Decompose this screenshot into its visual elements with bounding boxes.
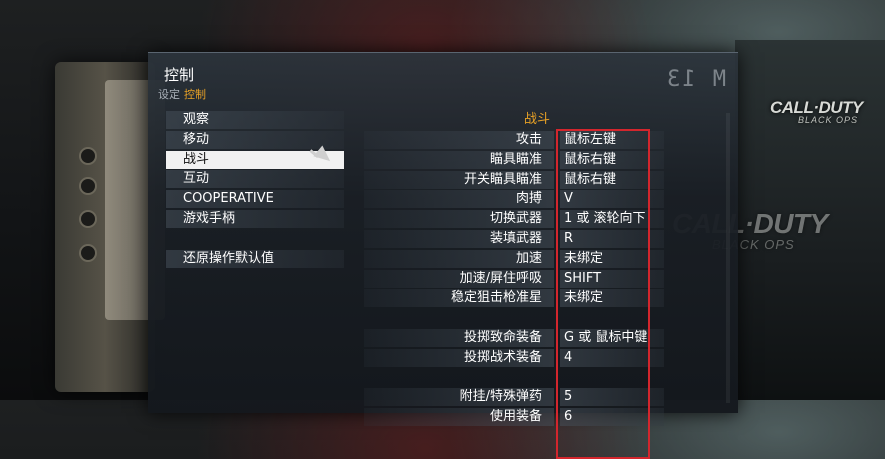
binding-key <box>560 369 664 387</box>
binding-action: 攻击 <box>364 131 554 149</box>
binding-key[interactable]: SHIFT <box>560 269 664 288</box>
binding-action: 瞄具瞄准 <box>364 150 554 169</box>
binding-action: 装填武器 <box>364 229 554 248</box>
binding-row[interactable]: 投掷战术装备 4 <box>364 348 664 367</box>
bindings-section-title: 战斗 <box>523 112 550 127</box>
menu-item-cooperative[interactable]: COOPERATIVE <box>166 190 344 209</box>
binding-key[interactable]: 鼠标左键 <box>560 131 664 149</box>
binding-key[interactable]: 1 或 滚轮向下 <box>560 210 664 229</box>
binding-key[interactable]: G 或 鼠标中键 <box>560 328 664 347</box>
restore-defaults-button[interactable]: 还原操作默认值 <box>166 249 344 268</box>
binding-row[interactable]: 装填武器 R <box>364 229 664 248</box>
binding-row[interactable]: 加速/屏住呼吸 SHIFT <box>364 269 664 288</box>
game-logo: CALL·DUTY BLACK OPS <box>770 98 863 125</box>
binding-action: 加速 <box>364 249 554 268</box>
menu-spacer <box>166 230 344 250</box>
binding-row[interactable]: 切换武器 1 或 滚轮向下 <box>364 210 664 229</box>
controls-category-menu: 观察 移动 战斗 互动 COOPERATIVE 游戏手柄 还原操作默认值 <box>166 111 344 270</box>
binding-key[interactable]: R <box>560 229 664 248</box>
tv-dial-icon <box>79 147 97 165</box>
binding-key[interactable]: 未绑定 <box>560 249 664 268</box>
binding-row[interactable]: 使用装备 6 <box>364 408 664 427</box>
binding-action: 切换武器 <box>364 210 554 229</box>
binding-key[interactable]: V <box>560 190 664 209</box>
binding-row[interactable]: 攻击 鼠标左键 <box>364 131 664 149</box>
binding-row[interactable]: 瞄具瞄准 鼠标右键 <box>364 150 664 169</box>
menu-item-gamepad[interactable]: 游戏手柄 <box>166 209 344 228</box>
tv-dial-icon <box>79 244 97 262</box>
tv-dial-icon <box>79 177 97 195</box>
binding-action: 投掷致命装备 <box>364 328 554 347</box>
binding-action: 稳定狙击枪准星 <box>364 289 554 308</box>
menu-item-combat[interactable]: 战斗 <box>166 145 344 169</box>
binding-row-spacer <box>364 369 664 387</box>
binding-key[interactable]: 鼠标右键 <box>560 150 664 169</box>
binding-row[interactable]: 投掷致命装备 G 或 鼠标中键 <box>364 328 664 347</box>
binding-action: 投掷战术装备 <box>364 348 554 367</box>
binding-key[interactable]: 鼠标右键 <box>560 170 664 189</box>
binding-action: 开关瞄具瞄准 <box>364 170 554 189</box>
binding-key[interactable]: 未绑定 <box>560 289 664 308</box>
menu-item-move[interactable]: 移动 <box>166 130 344 149</box>
panel-watermark: M 13 <box>665 67 726 92</box>
scrollbar[interactable] <box>726 113 730 403</box>
binding-row[interactable]: 稳定狙击枪准星 未绑定 <box>364 289 664 308</box>
binding-action <box>364 309 554 327</box>
binding-key <box>560 309 664 327</box>
controls-panel: 控制 设定 控制 M 13 观察 移动 战斗 互动 COOPERATIVE 游戏手… <box>148 52 738 459</box>
menu-item-look[interactable]: 观察 <box>166 111 344 129</box>
binding-action <box>364 369 554 387</box>
menu-item-interact[interactable]: 互动 <box>166 170 344 189</box>
binding-key[interactable]: 5 <box>560 388 664 407</box>
binding-action: 使用装备 <box>364 408 554 427</box>
breadcrumb: 设定 控制 <box>158 86 206 102</box>
binding-action: 加速/屏住呼吸 <box>364 269 554 288</box>
breadcrumb-settings[interactable]: 设定 <box>158 88 180 101</box>
binding-row[interactable]: 开关瞄具瞄准 鼠标右键 <box>364 170 664 189</box>
tv-dial-icon <box>79 210 97 228</box>
binding-key[interactable]: 6 <box>560 408 664 427</box>
breadcrumb-controls: 控制 <box>184 88 206 101</box>
binding-key[interactable]: 4 <box>560 348 664 367</box>
binding-row[interactable]: 附挂/特殊弹药 5 <box>364 388 664 407</box>
page-title: 控制 <box>164 66 195 84</box>
binding-row[interactable]: 加速 未绑定 <box>364 249 664 268</box>
binding-action: 附挂/特殊弹药 <box>364 388 554 407</box>
menu-item-combat-label: 战斗 <box>183 151 210 167</box>
binding-row-spacer <box>364 309 664 327</box>
bindings-list: 攻击 鼠标左键 瞄具瞄准 鼠标右键 开关瞄具瞄准 鼠标右键 肉搏 V 切换武器 1 或 滚… <box>364 131 664 428</box>
binding-action: 肉搏 <box>364 190 554 209</box>
binding-row[interactable]: 肉搏 V <box>364 190 664 209</box>
